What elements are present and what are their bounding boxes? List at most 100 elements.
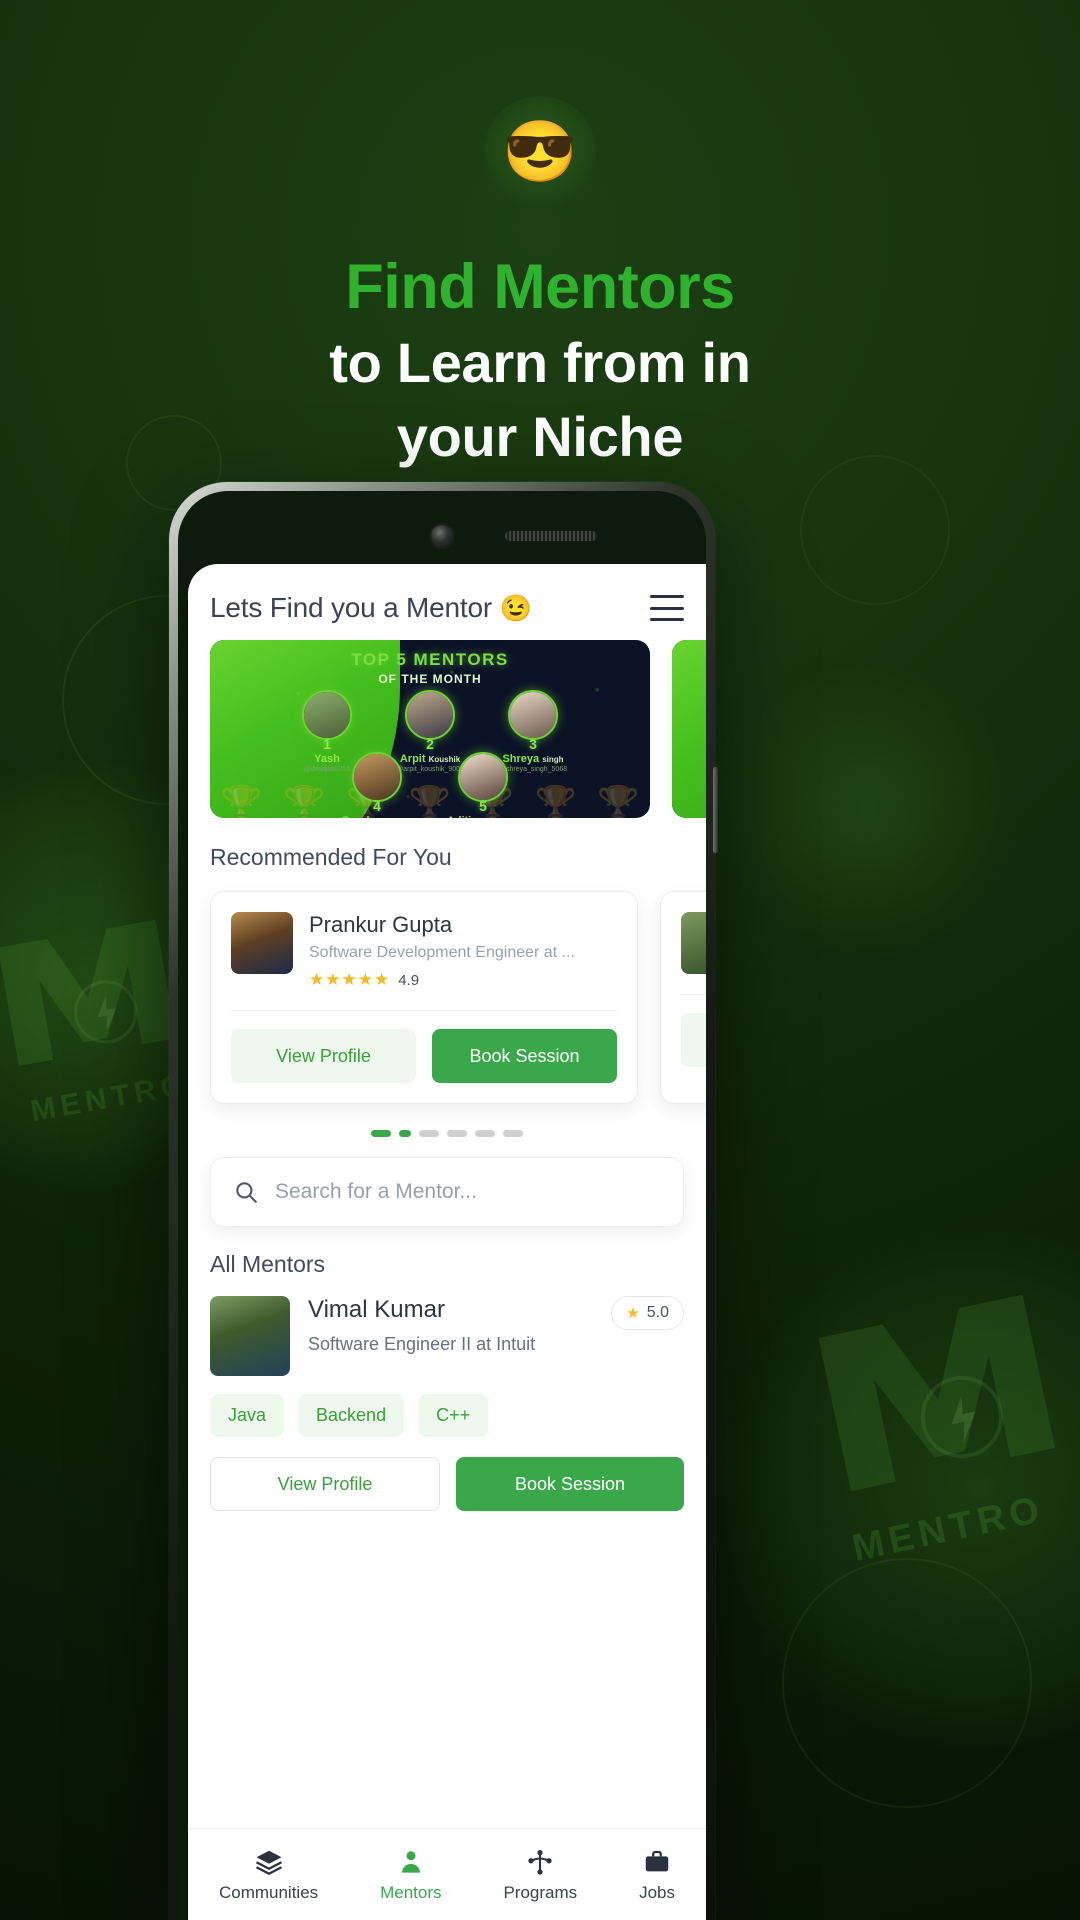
- avatar: [508, 690, 558, 740]
- recommended-card-actions: View Profile Book Session: [231, 1010, 617, 1103]
- hero-headline-line2: to Learn from in: [329, 330, 751, 394]
- recommended-card-top: ★★★★★: [681, 912, 706, 994]
- mentor-name: Prankur Gupta: [309, 912, 453, 937]
- phone-screen-frame: Lets Find you a Mentor 😉 🏆 🏆 🏆 🏆 🏆 🏆 🏆 T…: [178, 491, 706, 1920]
- rating-value: 5.0: [646, 1304, 669, 1321]
- pagination-dot[interactable]: [475, 1130, 495, 1137]
- bottom-navigation-bar: Communities Mentors Programs Jobs: [188, 1828, 706, 1920]
- mentor-list-item-actions: View Profile Book Session: [210, 1437, 684, 1511]
- briefcase-icon: [645, 1850, 669, 1871]
- decorative-ring: [800, 455, 950, 605]
- nav-label: Programs: [503, 1882, 578, 1902]
- layers-icon: [255, 1850, 282, 1875]
- nav-item-communities[interactable]: Communities: [219, 1847, 318, 1903]
- pagination-dot[interactable]: [447, 1130, 467, 1137]
- search-section: [188, 1137, 706, 1227]
- avatar: [405, 690, 455, 740]
- mentor-role: Software Engineer II at Intuit: [308, 1334, 536, 1354]
- rating-badge: ★ 5.0: [611, 1296, 684, 1330]
- page-root: MENTRO MENTRO 😎 Find Mentors to Learn fr…: [0, 0, 1080, 1920]
- banner-mentor-4[interactable]: 4 Prankur Kumar @prankur: [332, 752, 422, 818]
- search-bar[interactable]: [210, 1157, 684, 1227]
- cool-face-emoji: 😎: [502, 118, 578, 185]
- nav-label: Jobs: [639, 1882, 676, 1902]
- avatar: [302, 690, 352, 740]
- hero-headline-line3: your Niche: [396, 404, 684, 468]
- mentor-name: Prankur Kumar: [332, 815, 422, 818]
- hero-headline-accent: Find Mentors: [345, 252, 735, 322]
- rank-number: 1: [323, 736, 331, 752]
- all-mentors-section-title: All Mentors: [210, 1251, 326, 1277]
- network-icon: [528, 1849, 552, 1875]
- person-icon: [401, 1850, 421, 1873]
- banner-mentor-grid: 1 Yash @dewatia5355 2 Arpit Koushik @arp…: [210, 640, 650, 818]
- mentor-list-item-head: Vimal Kumar Software Engineer II at Intu…: [210, 1278, 684, 1376]
- view-profile-button[interactable]: View Profile: [231, 1029, 416, 1083]
- recommended-carousel[interactable]: Prankur Gupta Software Development Engin…: [188, 871, 706, 1104]
- app-scroll-body: 🏆 🏆 🏆 🏆 🏆 🏆 🏆 TOP 5 MENTORS OF THE MONTH 1: [188, 640, 706, 1920]
- watermark-logo-right: MENTRO: [785, 1242, 1080, 1574]
- hero-section: 😎 Find Mentors to Learn from in your Nic…: [0, 0, 1080, 471]
- phone-side-button: [713, 767, 718, 853]
- mentor-skill-tags: Java Backend C++: [210, 1376, 684, 1437]
- star-icon: ★: [626, 1305, 640, 1322]
- front-camera-icon: [431, 525, 453, 547]
- recommended-section-title: Recommended For You: [210, 844, 452, 870]
- earpiece-speaker: [505, 531, 598, 541]
- star-rating-icon: ★★★★★: [309, 970, 391, 989]
- rating-value: 4.9: [398, 971, 420, 989]
- mentor-name: Vimal Kumar: [308, 1296, 445, 1323]
- watermark-text-right: MENTRO: [848, 1488, 1048, 1570]
- app-screen: Lets Find you a Mentor 😉 🏆 🏆 🏆 🏆 🏆 🏆 🏆 T…: [188, 564, 706, 1920]
- view-profile-button[interactable]: View Profile: [210, 1457, 440, 1511]
- rank-number: 4: [373, 798, 381, 814]
- view-profile-button[interactable]: View Profile: [681, 1013, 706, 1067]
- pagination-dot[interactable]: [503, 1130, 523, 1137]
- avatar: [458, 752, 508, 802]
- page-title: Lets Find you a Mentor 😉: [210, 592, 532, 624]
- nav-item-jobs[interactable]: Jobs: [639, 1847, 675, 1903]
- hamburger-menu-icon[interactable]: [650, 595, 684, 621]
- skill-tag[interactable]: Backend: [298, 1394, 405, 1437]
- pagination-dot[interactable]: [399, 1130, 411, 1137]
- recommended-card-top: Prankur Gupta Software Development Engin…: [231, 912, 617, 1010]
- pagination-dot[interactable]: [371, 1130, 391, 1137]
- book-session-button[interactable]: Book Session: [456, 1457, 684, 1511]
- mentor-list-item[interactable]: Vimal Kumar Software Engineer II at Intu…: [188, 1278, 706, 1511]
- recommended-mentor-card[interactable]: Prankur Gupta Software Development Engin…: [210, 891, 638, 1104]
- rank-number: 5: [479, 798, 487, 814]
- rank-number: 2: [426, 736, 434, 752]
- banner-stars-decor: [672, 640, 706, 818]
- top-mentors-banner-next[interactable]: [672, 640, 706, 818]
- nav-label: Mentors: [380, 1882, 442, 1902]
- mentor-name: Aditi Shrivastava: [438, 815, 528, 818]
- skill-tag[interactable]: Java: [210, 1394, 285, 1437]
- app-header: Lets Find you a Mentor 😉: [188, 564, 706, 640]
- mentor-list-item-info: Vimal Kumar Software Engineer II at Intu…: [308, 1296, 593, 1355]
- page-title-text: Lets Find you a Mentor: [210, 592, 492, 623]
- banner-carousel[interactable]: 🏆 🏆 🏆 🏆 🏆 🏆 🏆 TOP 5 MENTORS OF THE MONTH 1: [188, 640, 706, 818]
- banner-mentor-5[interactable]: 5 Aditi Shrivastava @aditi_rise: [438, 752, 528, 818]
- pagination-dot[interactable]: [419, 1130, 439, 1137]
- nav-item-programs[interactable]: Programs: [503, 1847, 577, 1903]
- carousel-pagination-dots[interactable]: [188, 1104, 706, 1137]
- avatar: [352, 752, 402, 802]
- search-input[interactable]: [275, 1180, 661, 1204]
- nav-item-mentors[interactable]: Mentors: [380, 1847, 442, 1903]
- phone-mockup: Lets Find you a Mentor 😉 🏆 🏆 🏆 🏆 🏆 🏆 🏆 T…: [169, 482, 718, 1920]
- rank-number: 3: [529, 736, 537, 752]
- book-session-button[interactable]: Book Session: [432, 1029, 617, 1083]
- nav-label: Communities: [218, 1882, 319, 1902]
- rating-row: ★★★★★ 4.9: [309, 970, 575, 990]
- search-icon: [236, 1182, 257, 1203]
- mentor-role: Software Development Engineer at ...: [309, 944, 575, 961]
- background-glow-top-right: [720, 660, 1020, 960]
- avatar: [231, 912, 293, 974]
- recommended-card-actions: View Profile Book Session: [681, 994, 706, 1087]
- skill-tag[interactable]: C++: [418, 1394, 489, 1437]
- avatar: [681, 912, 706, 974]
- winking-face-emoji: 😉: [499, 593, 532, 623]
- recommended-mentor-card-next[interactable]: ★★★★★ View Profile Book Session: [660, 891, 706, 1104]
- top-mentors-banner[interactable]: 🏆 🏆 🏆 🏆 🏆 🏆 🏆 TOP 5 MENTORS OF THE MONTH 1: [210, 640, 650, 818]
- decorative-ring: [782, 1558, 1032, 1808]
